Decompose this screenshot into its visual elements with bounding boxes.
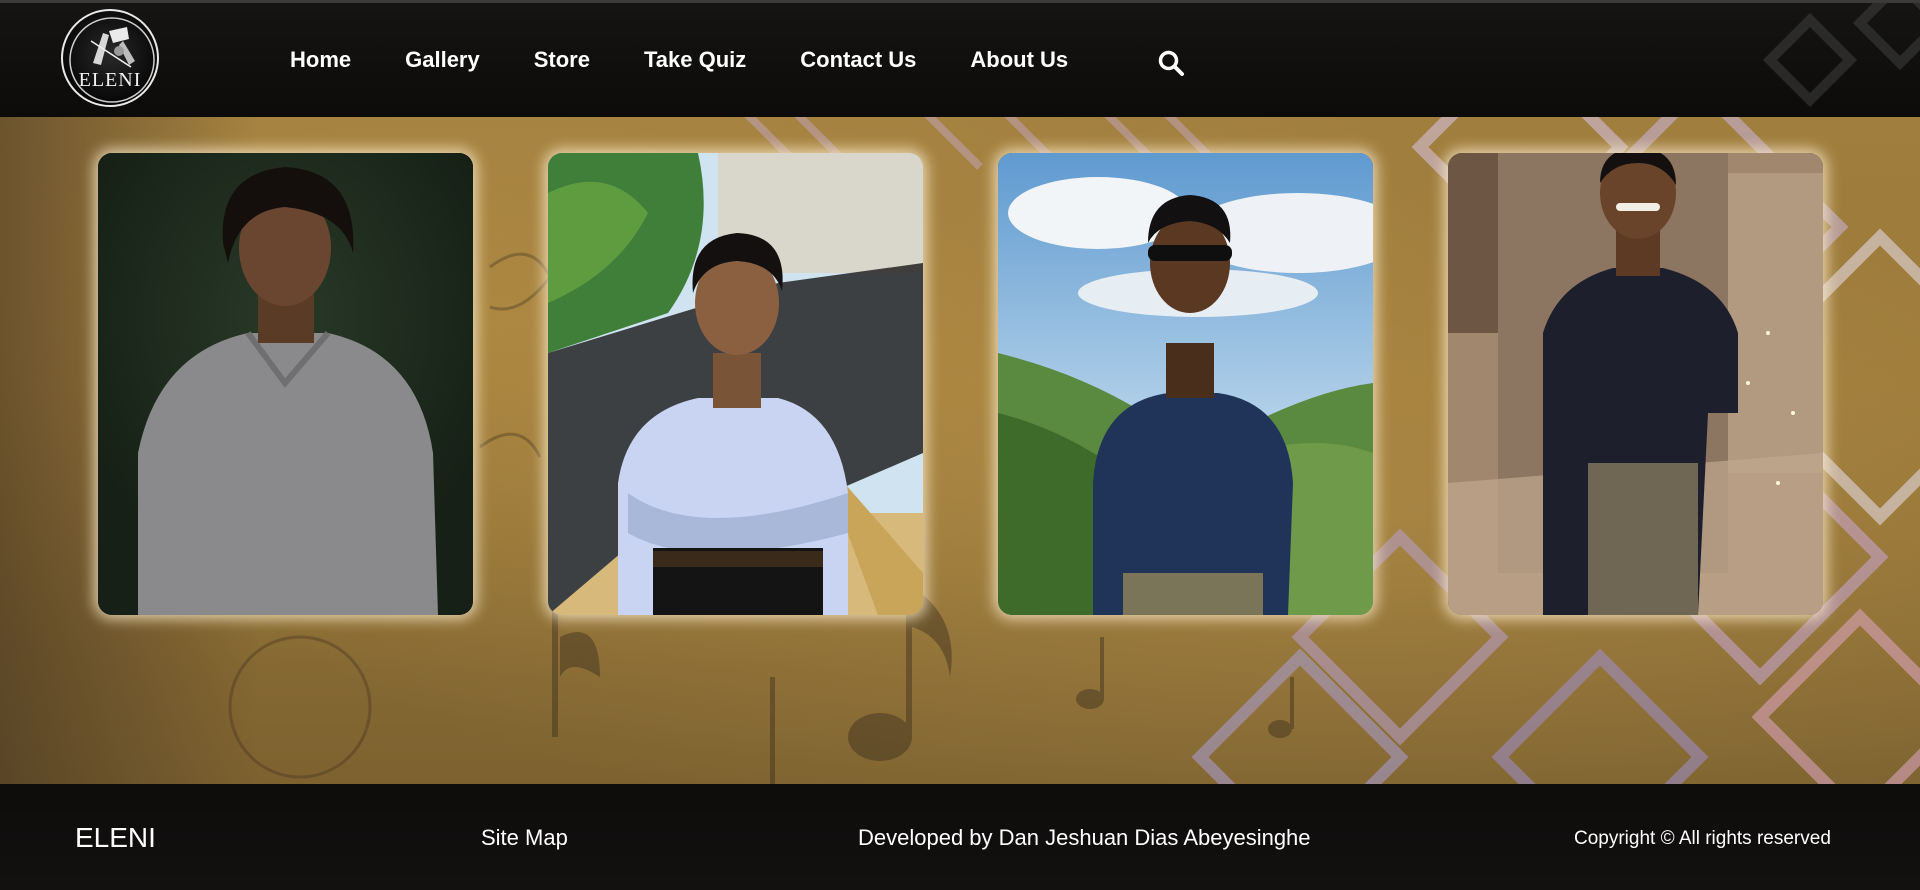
footer-developer-credit: Developed by Dan Jeshuan Dias Abeyesingh… bbox=[858, 825, 1311, 850]
nav-store[interactable]: Store bbox=[534, 47, 590, 73]
portrait-image bbox=[548, 153, 923, 615]
main-nav: Home Gallery Store Take Quiz Contact Us … bbox=[290, 3, 1122, 117]
portrait-image bbox=[98, 153, 473, 615]
logo-text: ELENI bbox=[78, 69, 142, 91]
site-footer: ELENI Site Map Developed by Dan Jeshuan … bbox=[0, 784, 1920, 890]
gallery-photo-4[interactable] bbox=[1448, 153, 1823, 615]
nav-gallery[interactable]: Gallery bbox=[405, 47, 480, 73]
gallery-photo-1[interactable] bbox=[98, 153, 473, 615]
search-icon[interactable] bbox=[1157, 49, 1185, 77]
nav-contact-us[interactable]: Contact Us bbox=[800, 47, 916, 73]
portrait-image bbox=[998, 153, 1373, 615]
gallery-photo-2[interactable] bbox=[548, 153, 923, 615]
gallery-section bbox=[0, 117, 1920, 784]
footer-site-map-link[interactable]: Site Map bbox=[481, 825, 568, 851]
logo-emblem-icon bbox=[69, 17, 155, 103]
footer-copyright: Copyright © All rights reserved bbox=[1574, 828, 1831, 849]
nav-home[interactable]: Home bbox=[290, 47, 351, 73]
site-header: ELENI Home Gallery Store Take Quiz Conta… bbox=[0, 3, 1920, 117]
site-logo[interactable]: ELENI bbox=[61, 9, 159, 107]
nav-take-quiz[interactable]: Take Quiz bbox=[644, 47, 746, 73]
portrait-image bbox=[1448, 153, 1823, 615]
nav-about-us[interactable]: About Us bbox=[970, 47, 1068, 73]
footer-brand: ELENI bbox=[75, 822, 156, 853]
header-pattern-decoration bbox=[1762, 3, 1920, 108]
gallery-photo-3[interactable] bbox=[998, 153, 1373, 615]
